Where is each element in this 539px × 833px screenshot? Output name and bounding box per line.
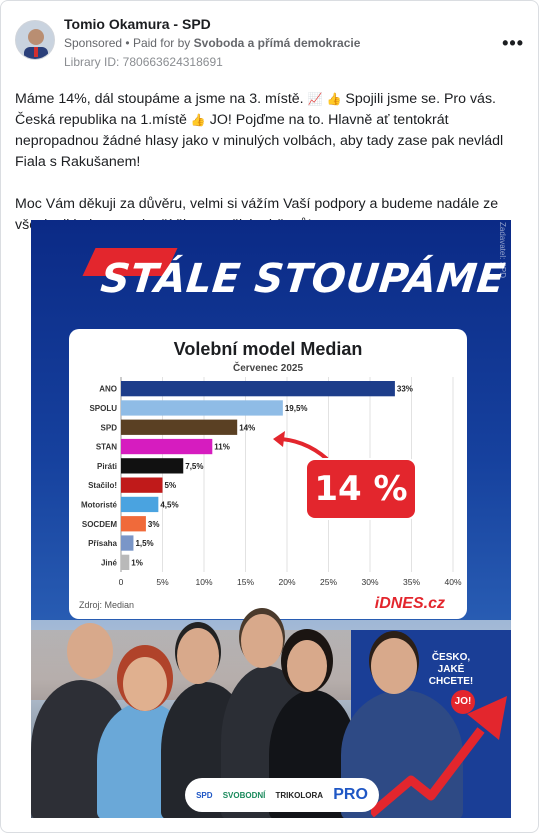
headline: STÁLE STOUPÁME	[98, 256, 508, 302]
value-label: 7,5%	[185, 462, 203, 471]
idnes-logo: iDNES.cz	[374, 595, 445, 612]
logo-pro: PRO	[333, 786, 368, 803]
post-text-part-1: Máme 14%, dál stoupáme a jsme na 3. míst…	[15, 91, 304, 107]
value-label: 1%	[131, 558, 143, 567]
poster-slogan: ČESKO, JAKÉ CHCETE!	[428, 652, 474, 687]
value-label: 3%	[148, 520, 160, 529]
value-label: 14%	[239, 423, 255, 432]
category-label: SPOLU	[89, 404, 117, 413]
bar	[121, 438, 213, 455]
person-2-head	[123, 657, 167, 711]
thumbs-up-icon: 👍	[190, 113, 206, 127]
value-label: 11%	[214, 443, 230, 452]
side-credit: Zadavatel: SPD	[498, 222, 507, 279]
chart-source: Zdroj: Median	[79, 600, 135, 610]
category-label: Jiné	[101, 558, 118, 567]
category-label: Stačilo!	[88, 481, 117, 490]
x-tick-label: 10%	[195, 577, 212, 587]
category-label: Piráti	[97, 462, 117, 471]
x-tick-label: 0	[119, 577, 124, 587]
bar	[121, 419, 238, 435]
party-logos: SPD SVOBODNÍ TRIKOLORA PRO	[185, 778, 379, 812]
author-name[interactable]: Tomio Okamura - SPD	[64, 16, 211, 32]
bar	[121, 458, 184, 474]
result-badge: 14 %	[307, 460, 415, 518]
category-label: Přísaha	[88, 539, 117, 548]
category-label: SPD	[101, 423, 118, 432]
logo-svobodni: SVOBODNÍ	[222, 790, 266, 800]
chart-title: Volební model Median	[173, 339, 363, 359]
chart-subtitle: Červenec 2025	[232, 363, 304, 374]
category-label: ANO	[99, 385, 117, 394]
post-paragraph-1: Máme 14%, dál stoupáme a jsme na 3. míst…	[15, 89, 527, 173]
bar	[121, 477, 163, 493]
sponsored-post: Tomio Okamura - SPD Sponsored • Paid for…	[0, 0, 539, 833]
handshake-icon: 👍	[326, 92, 342, 106]
value-label: 19,5%	[285, 404, 308, 413]
bar	[121, 381, 395, 397]
avatar[interactable]	[15, 20, 55, 60]
person-6-head	[371, 638, 417, 694]
category-label: SOCDEM	[82, 520, 117, 529]
chart-up-icon: 📈	[307, 92, 323, 106]
more-options-icon[interactable]: •••	[502, 33, 524, 54]
x-tick-label: 30%	[361, 577, 378, 587]
x-tick-label: 40%	[444, 577, 461, 587]
paid-by-link[interactable]: Svoboda a přímá demokracie	[194, 36, 361, 50]
pointer-arrow	[273, 431, 329, 461]
sponsor-line: Sponsored • Paid for by Svoboda a přímá …	[64, 36, 360, 50]
value-label: 1,5%	[135, 539, 153, 548]
value-label: 4,5%	[160, 500, 178, 509]
logo-trikolora: TRIKOLORA	[275, 790, 324, 800]
library-id: Library ID: 780663624318691	[64, 55, 223, 69]
bar	[121, 516, 146, 532]
value-label: 33%	[397, 385, 413, 394]
rising-arrow	[371, 696, 507, 818]
category-label: Motoristé	[81, 500, 118, 509]
bar	[121, 400, 283, 416]
ad-creative-image[interactable]: STÁLE STOUPÁME Zadavatel: SPD 0 5% 10% 15% 2…	[31, 220, 511, 818]
value-label: 5%	[165, 481, 177, 490]
bar	[121, 554, 130, 570]
category-label: STAN	[96, 443, 117, 452]
person-1-head	[67, 623, 113, 679]
post-header: Tomio Okamura - SPD Sponsored • Paid for…	[15, 15, 524, 75]
avatar-image	[16, 21, 54, 59]
x-tick-label: 5%	[156, 577, 169, 587]
x-tick-label: 20%	[278, 577, 295, 587]
sponsored-label: Sponsored	[64, 36, 123, 50]
x-tick-label: 15%	[237, 577, 254, 587]
person-4-head	[241, 614, 283, 668]
separator-dot: •	[125, 36, 133, 50]
logo-spd: SPD	[196, 790, 213, 800]
paid-prefix: Paid for by	[132, 36, 191, 50]
bar	[121, 535, 134, 551]
person-5-head	[287, 640, 327, 692]
x-tick-label: 25%	[320, 577, 337, 587]
x-tick-label: 35%	[403, 577, 420, 587]
bar	[121, 496, 159, 513]
person-3-head	[177, 628, 219, 684]
